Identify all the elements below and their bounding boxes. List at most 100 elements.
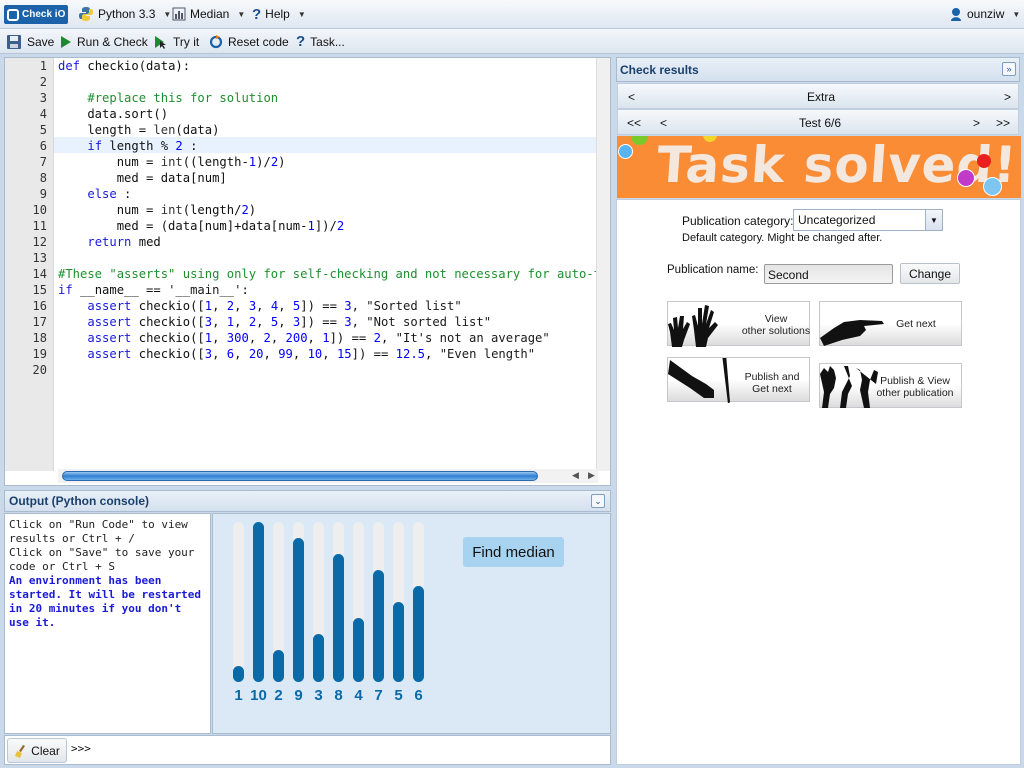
code-line[interactable]: med = data[num] xyxy=(58,170,227,186)
checkio-logo-icon xyxy=(7,8,19,21)
code-line[interactable]: length = len(data) xyxy=(58,122,219,138)
bar-label: 1 xyxy=(234,687,242,704)
code-line[interactable]: def checkio(data): xyxy=(58,58,190,74)
publish-get-next-button[interactable]: Publish and Get next xyxy=(667,357,810,403)
test-label: Test 6/6 xyxy=(799,116,842,130)
save-label: Save xyxy=(27,34,55,49)
try-it-button[interactable]: Try it xyxy=(154,33,199,50)
code-line[interactable]: assert checkio([1, 2, 3, 4, 5]) == 3, "S… xyxy=(58,298,461,314)
bar-label: 6 xyxy=(414,687,422,704)
task-button[interactable]: ? Task... xyxy=(296,33,345,50)
help-icon: ? xyxy=(252,5,262,23)
output-panel-header: Output (Python console) ⌄ xyxy=(4,490,611,512)
console-hint-save: Click on "Save" to save your code or Ctr… xyxy=(9,546,195,573)
console-prompt[interactable]: >>> xyxy=(71,742,91,755)
publish-get-next-line1: Publish and xyxy=(744,371,800,383)
line-number: 6 xyxy=(39,139,47,153)
console-env-notice: An environment has been started. It will… xyxy=(9,574,202,629)
clear-button[interactable]: Clear xyxy=(7,738,67,763)
line-number: 2 xyxy=(39,75,47,89)
chevron-down-icon: ▼ xyxy=(925,210,942,230)
try-it-label: Try it xyxy=(173,34,200,49)
publish-view-button[interactable]: Publish & View other publication xyxy=(819,363,962,408)
bar-label: 4 xyxy=(354,687,363,704)
code-editor[interactable]: 1 2 3 4 5 6 7 8 9 10 11 12 13 14 15 16 17 18 19 20 def chec… xyxy=(4,57,611,486)
code-line[interactable]: med = (data[num]+data[num-1])/2 xyxy=(58,218,345,234)
scroll-right-icon[interactable]: ▶ xyxy=(588,470,595,481)
reset-code-button[interactable]: Reset code xyxy=(209,33,289,50)
get-next-button[interactable]: Get next xyxy=(819,301,962,346)
help-menu[interactable]: ? Help ▼ xyxy=(252,5,306,23)
checkio-logo[interactable]: Check iO xyxy=(4,5,68,24)
code-line[interactable]: data.sort() xyxy=(58,106,168,122)
get-next-label: Get next xyxy=(896,318,936,330)
run-check-button[interactable]: Run & Check xyxy=(60,33,148,50)
bar-label: 8 xyxy=(334,687,342,704)
code-line[interactable]: assert checkio([1, 300, 2, 200, 1]) == 2… xyxy=(58,330,549,346)
toolbar: Save Run & Check Try it Reset code ? Tas… xyxy=(0,29,1024,54)
line-number: 1 xyxy=(39,59,47,73)
code-line[interactable]: assert checkio([3, 6, 20, 99, 10, 15]) =… xyxy=(58,346,535,362)
chart-bar xyxy=(353,618,364,682)
code-line[interactable]: num = int(length/2) xyxy=(58,202,256,218)
language-menu[interactable]: Python 3.3 ▼ xyxy=(78,5,171,23)
change-button[interactable]: Change xyxy=(900,263,960,284)
find-median-button[interactable]: Find median xyxy=(463,537,564,567)
extra-nav: < Extra > xyxy=(617,83,1019,109)
code-line[interactable]: assert checkio([3, 1, 2, 5, 3]) == 3, "N… xyxy=(58,314,491,330)
bar-chart-icon xyxy=(172,7,186,21)
reset-icon xyxy=(209,34,223,48)
pointing-hand-icon xyxy=(820,320,884,346)
expand-icon[interactable]: » xyxy=(1002,62,1016,76)
bar-label: 9 xyxy=(294,687,302,704)
line-number: 10 xyxy=(32,203,47,217)
code-line[interactable]: #These "asserts" using only for self-che… xyxy=(58,266,610,282)
publication-name-input[interactable]: Second xyxy=(764,264,893,284)
view-other-solutions-button[interactable]: View other solutions xyxy=(667,301,810,347)
extra-prev-button[interactable]: < xyxy=(628,90,635,104)
chart-bar xyxy=(233,666,244,682)
code-line[interactable]: if length % 2 : xyxy=(58,138,197,154)
user-menu[interactable]: ounziw ▼ xyxy=(949,5,1020,23)
test-prev-button[interactable]: < xyxy=(660,116,667,130)
bar-label: 7 xyxy=(374,687,382,704)
median-bar-chart: 1 10 2 9 3 8 4 7 5 6 xyxy=(233,522,424,704)
menu-bar: Check iO Python 3.3 ▼ Median ▼ ? Help ▼ … xyxy=(0,0,1024,29)
username: ounziw xyxy=(967,7,1005,21)
view-other-line1: View xyxy=(764,313,788,325)
test-last-button[interactable]: >> xyxy=(996,116,1010,130)
collapse-icon[interactable]: ⌄ xyxy=(591,494,605,508)
chart-bar xyxy=(273,650,284,682)
test-first-button[interactable]: << xyxy=(627,116,641,130)
line-number: 11 xyxy=(32,219,47,233)
code-line[interactable]: return med xyxy=(58,234,160,250)
scroll-left-icon[interactable]: ◀ xyxy=(572,470,579,481)
language-label: Python 3.3 xyxy=(98,7,156,21)
code-area[interactable]: def checkio(data): #replace this for sol… xyxy=(58,58,610,471)
publish-view-line1: Publish & View xyxy=(880,375,950,387)
code-line[interactable]: num = int((length-1)/2) xyxy=(58,154,286,170)
vertical-scrollbar[interactable] xyxy=(596,58,610,471)
scrollbar-thumb[interactable] xyxy=(62,471,538,481)
save-button[interactable]: Save xyxy=(6,33,54,50)
line-number-gutter: 1 2 3 4 5 6 7 8 9 10 11 12 13 14 15 16 17 18 19 20 xyxy=(5,58,54,471)
task-label: Task... xyxy=(310,34,345,49)
reset-code-label: Reset code xyxy=(228,34,289,49)
line-number: 18 xyxy=(32,331,47,345)
line-number: 13 xyxy=(32,251,47,265)
broom-icon xyxy=(15,744,26,758)
horizontal-scrollbar[interactable]: ◀ ▶ xyxy=(58,469,598,483)
code-line[interactable]: else : xyxy=(58,186,131,202)
task-label: Median xyxy=(190,7,230,21)
code-line[interactable]: if __name__ == '__main__': xyxy=(58,282,249,298)
chart-bar xyxy=(393,602,404,682)
logo-text: Check iO xyxy=(22,9,66,20)
task-menu[interactable]: Median ▼ xyxy=(172,5,245,23)
test-next-button[interactable]: > xyxy=(973,116,980,130)
extra-next-button[interactable]: > xyxy=(1004,90,1011,104)
line-number: 16 xyxy=(32,299,47,313)
line-number: 5 xyxy=(39,123,47,137)
publish-get-next-line2: Get next xyxy=(752,383,792,395)
publication-category-select[interactable]: Uncategorized ▼ xyxy=(793,209,943,231)
code-line[interactable]: #replace this for solution xyxy=(58,90,278,106)
